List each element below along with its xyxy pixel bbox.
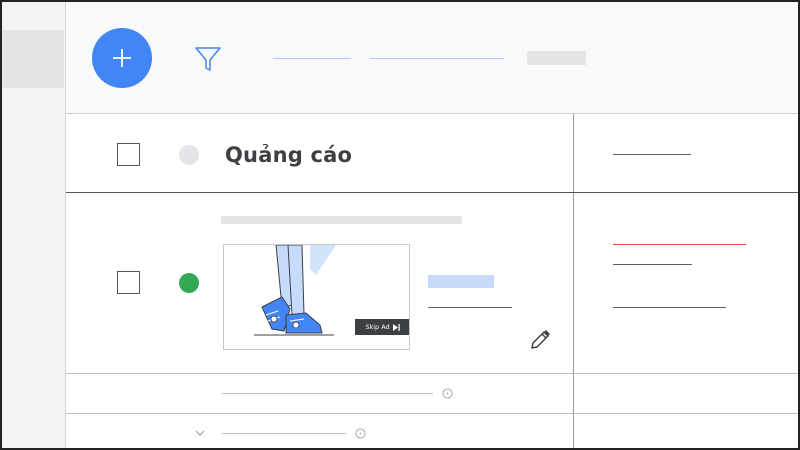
- filter-icon[interactable]: [194, 44, 222, 72]
- ad-headline-placeholder: [428, 275, 494, 288]
- metric-placeholder: [613, 154, 691, 155]
- filter-chip-placeholder[interactable]: [273, 58, 351, 59]
- status-dot-active: [179, 273, 199, 293]
- row-placeholder: [222, 393, 433, 394]
- skip-next-icon: [392, 323, 400, 331]
- toolbar: [66, 2, 798, 114]
- video-ad-preview[interactable]: Skip Ad: [223, 244, 410, 350]
- status-dot: [179, 145, 199, 165]
- left-nav-rail: [2, 2, 66, 448]
- metric-placeholder-error: [613, 244, 746, 245]
- help-icon[interactable]: [442, 388, 453, 399]
- add-button[interactable]: [92, 28, 152, 88]
- help-icon[interactable]: [355, 428, 366, 439]
- row-placeholder: [222, 433, 346, 434]
- table-row: Skip Ad: [66, 193, 798, 374]
- ad-description-placeholder: [428, 307, 512, 308]
- skip-ad-button[interactable]: Skip Ad: [355, 319, 409, 335]
- pencil-icon[interactable]: [528, 328, 552, 352]
- plus-icon: [113, 49, 131, 67]
- toolbar-chip-placeholder[interactable]: [527, 51, 586, 65]
- table-row: Quảng cáo: [66, 114, 798, 193]
- ad-title-placeholder: [221, 216, 462, 224]
- metric-placeholder: [613, 264, 692, 265]
- table-row: [66, 414, 798, 448]
- row-checkbox[interactable]: [117, 271, 140, 294]
- table-row: [66, 374, 798, 414]
- filter-chip-placeholder[interactable]: [370, 58, 504, 59]
- metric-placeholder: [613, 307, 726, 308]
- chevron-down-icon[interactable]: [194, 427, 206, 439]
- skip-ad-label: Skip Ad: [365, 323, 390, 331]
- campaign-name[interactable]: Quảng cáo: [225, 143, 352, 167]
- left-nav-active-item[interactable]: [2, 30, 64, 88]
- row-checkbox[interactable]: [117, 143, 140, 166]
- app-frame: Quảng cáo Skip Ad: [0, 0, 800, 450]
